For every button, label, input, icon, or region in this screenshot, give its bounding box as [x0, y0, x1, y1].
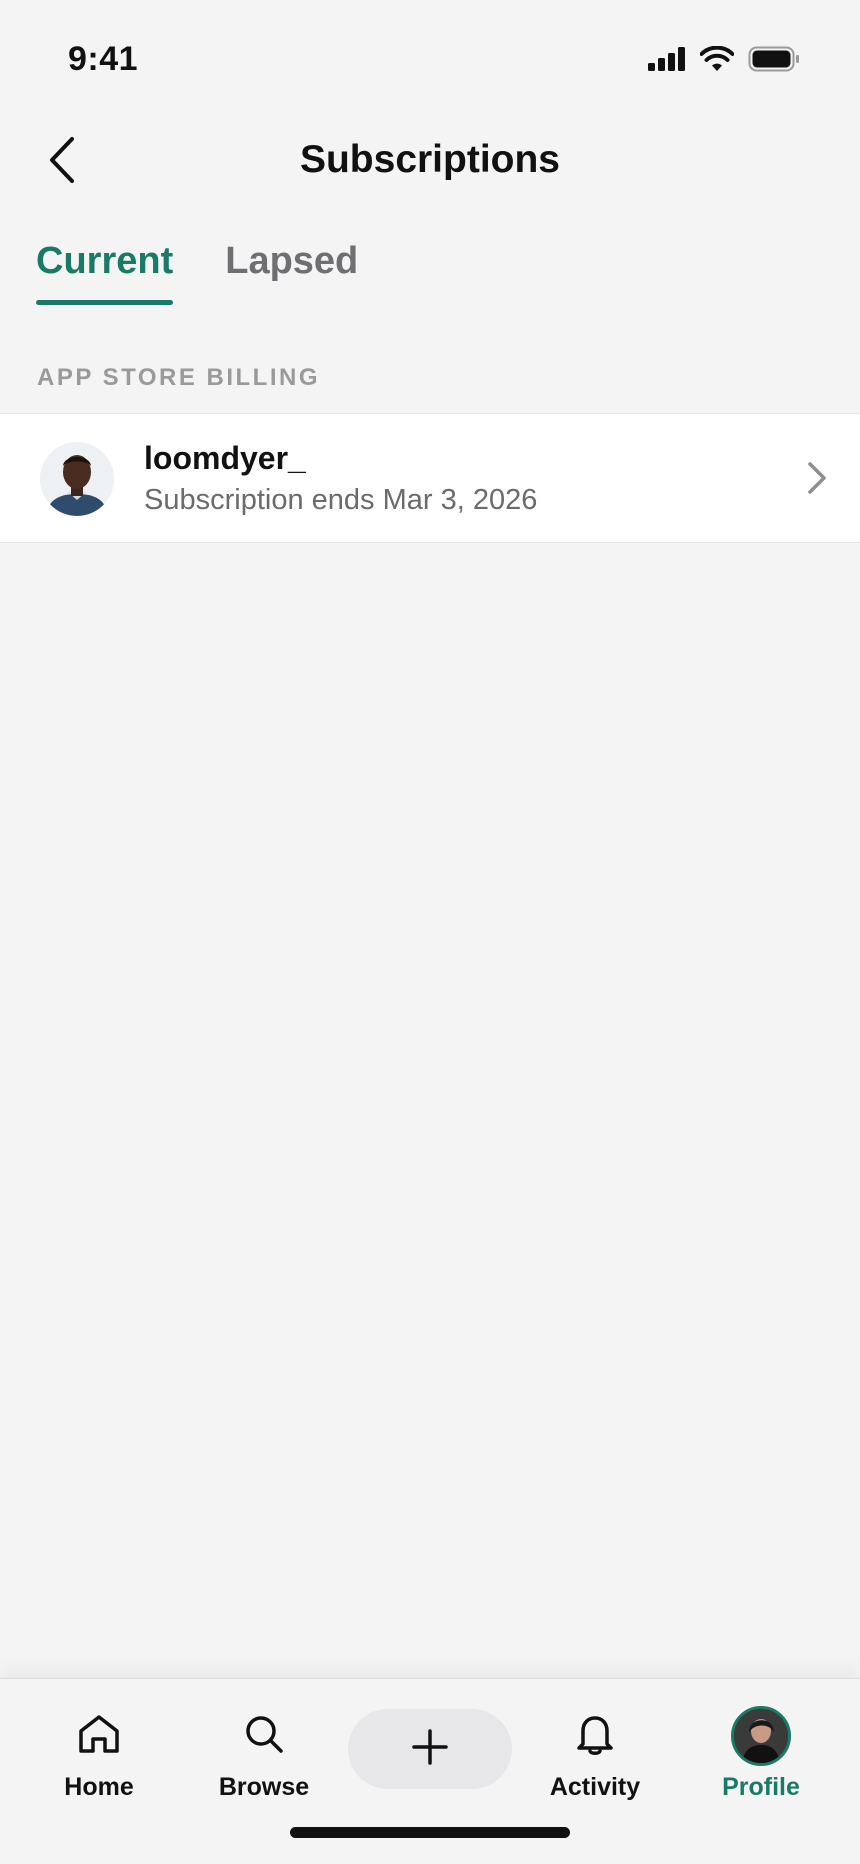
tab-current[interactable]: Current	[36, 236, 174, 308]
subscription-username: loomdyer_	[144, 440, 306, 476]
avatar	[40, 442, 114, 516]
plus-icon	[411, 1728, 449, 1771]
subscription-row[interactable]: loomdyer_ Subscription ends Mar 3, 2026	[0, 413, 860, 543]
subscriptions-screen: 9:41 Subscriptions Current Lapsed APP ST…	[0, 0, 860, 1864]
nav-browse[interactable]: Browse	[194, 1709, 334, 1819]
home-indicator	[290, 1827, 570, 1838]
status-bar: 9:41	[0, 0, 860, 120]
create-button[interactable]	[348, 1709, 512, 1789]
nav-home[interactable]: Home	[29, 1709, 169, 1819]
battery-icon	[748, 46, 800, 72]
wifi-icon	[700, 46, 734, 72]
bell-icon	[575, 1712, 615, 1761]
nav-home-label: Home	[64, 1773, 134, 1801]
cellular-signal-icon	[648, 47, 686, 71]
nav-activity[interactable]: Activity	[525, 1709, 665, 1819]
chevron-right-icon	[806, 460, 828, 501]
bottom-nav: Home Browse Activity Profile	[0, 1678, 860, 1864]
nav-browse-label: Browse	[218, 1773, 310, 1801]
nav-profile-label: Profile	[722, 1773, 800, 1801]
section-header: APP STORE BILLING	[37, 364, 320, 391]
page-title: Subscriptions	[299, 138, 561, 181]
avatar	[731, 1706, 791, 1766]
home-icon	[77, 1713, 121, 1760]
nav-activity-label: Activity	[549, 1773, 641, 1801]
search-icon	[243, 1713, 285, 1760]
status-time: 9:41	[68, 40, 139, 78]
tab-bar: Current Lapsed	[36, 236, 358, 308]
subscription-detail: Subscription ends Mar 3, 2026	[144, 484, 538, 516]
header: Subscriptions	[0, 120, 860, 204]
nav-profile[interactable]: Profile	[691, 1706, 831, 1819]
status-icons	[648, 46, 800, 72]
tab-lapsed[interactable]: Lapsed	[225, 236, 358, 308]
